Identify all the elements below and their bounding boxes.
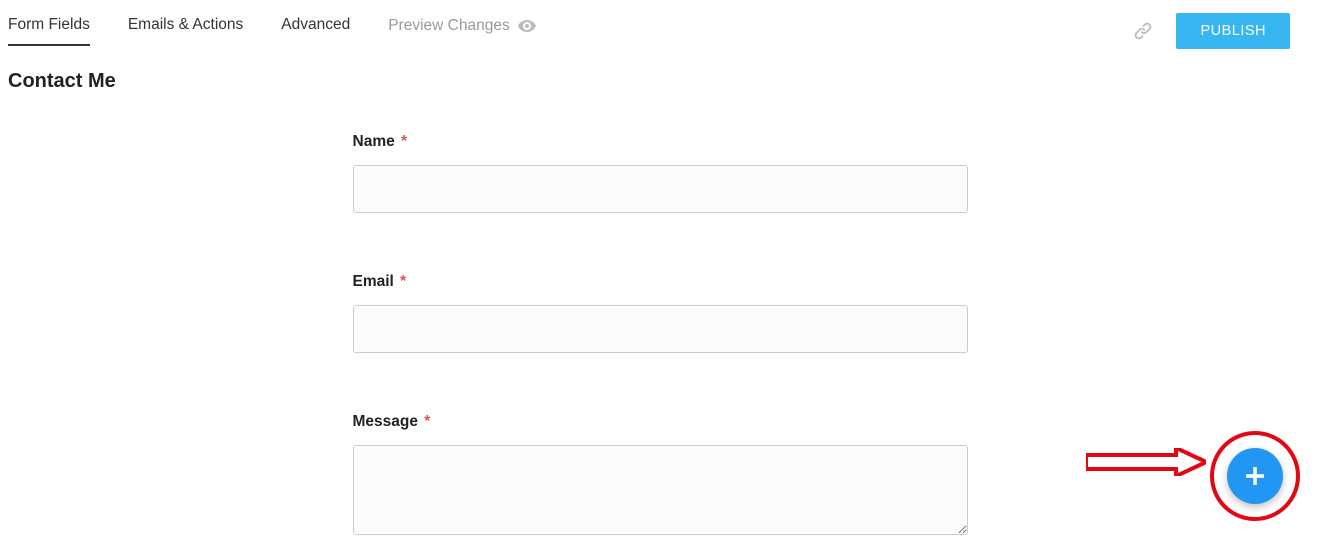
message-label: Message *: [353, 413, 968, 431]
form-title: Contact Me: [8, 70, 1320, 93]
annotation-arrow: [1086, 448, 1206, 481]
message-label-text: Message: [353, 413, 418, 430]
tab-form-fields[interactable]: Form Fields: [8, 16, 90, 46]
form-area: Name * Email * Message *: [353, 133, 968, 540]
tab-emails-actions[interactable]: Emails & Actions: [128, 16, 243, 46]
add-field-button[interactable]: [1227, 448, 1283, 504]
link-icon[interactable]: [1132, 20, 1154, 42]
field-email: Email *: [353, 273, 968, 353]
tabs: Form Fields Emails & Actions Advanced Pr…: [8, 16, 536, 46]
email-label-text: Email: [353, 273, 394, 290]
plus-icon: [1244, 465, 1266, 487]
email-input[interactable]: [353, 305, 968, 353]
field-message: Message *: [353, 413, 968, 540]
message-required-star: *: [424, 413, 430, 430]
tab-advanced[interactable]: Advanced: [281, 16, 350, 46]
message-input[interactable]: [353, 445, 968, 535]
name-label-text: Name: [353, 133, 395, 150]
publish-button[interactable]: PUBLISH: [1176, 13, 1290, 49]
email-label: Email *: [353, 273, 968, 291]
eye-icon: [518, 20, 536, 32]
top-bar: Form Fields Emails & Actions Advanced Pr…: [0, 0, 1320, 48]
tab-preview-label: Preview Changes: [388, 17, 509, 35]
email-required-star: *: [400, 273, 406, 290]
name-required-star: *: [401, 133, 407, 150]
name-input[interactable]: [353, 165, 968, 213]
tab-preview-changes[interactable]: Preview Changes: [388, 16, 535, 46]
name-label: Name *: [353, 133, 968, 151]
field-name: Name *: [353, 133, 968, 213]
